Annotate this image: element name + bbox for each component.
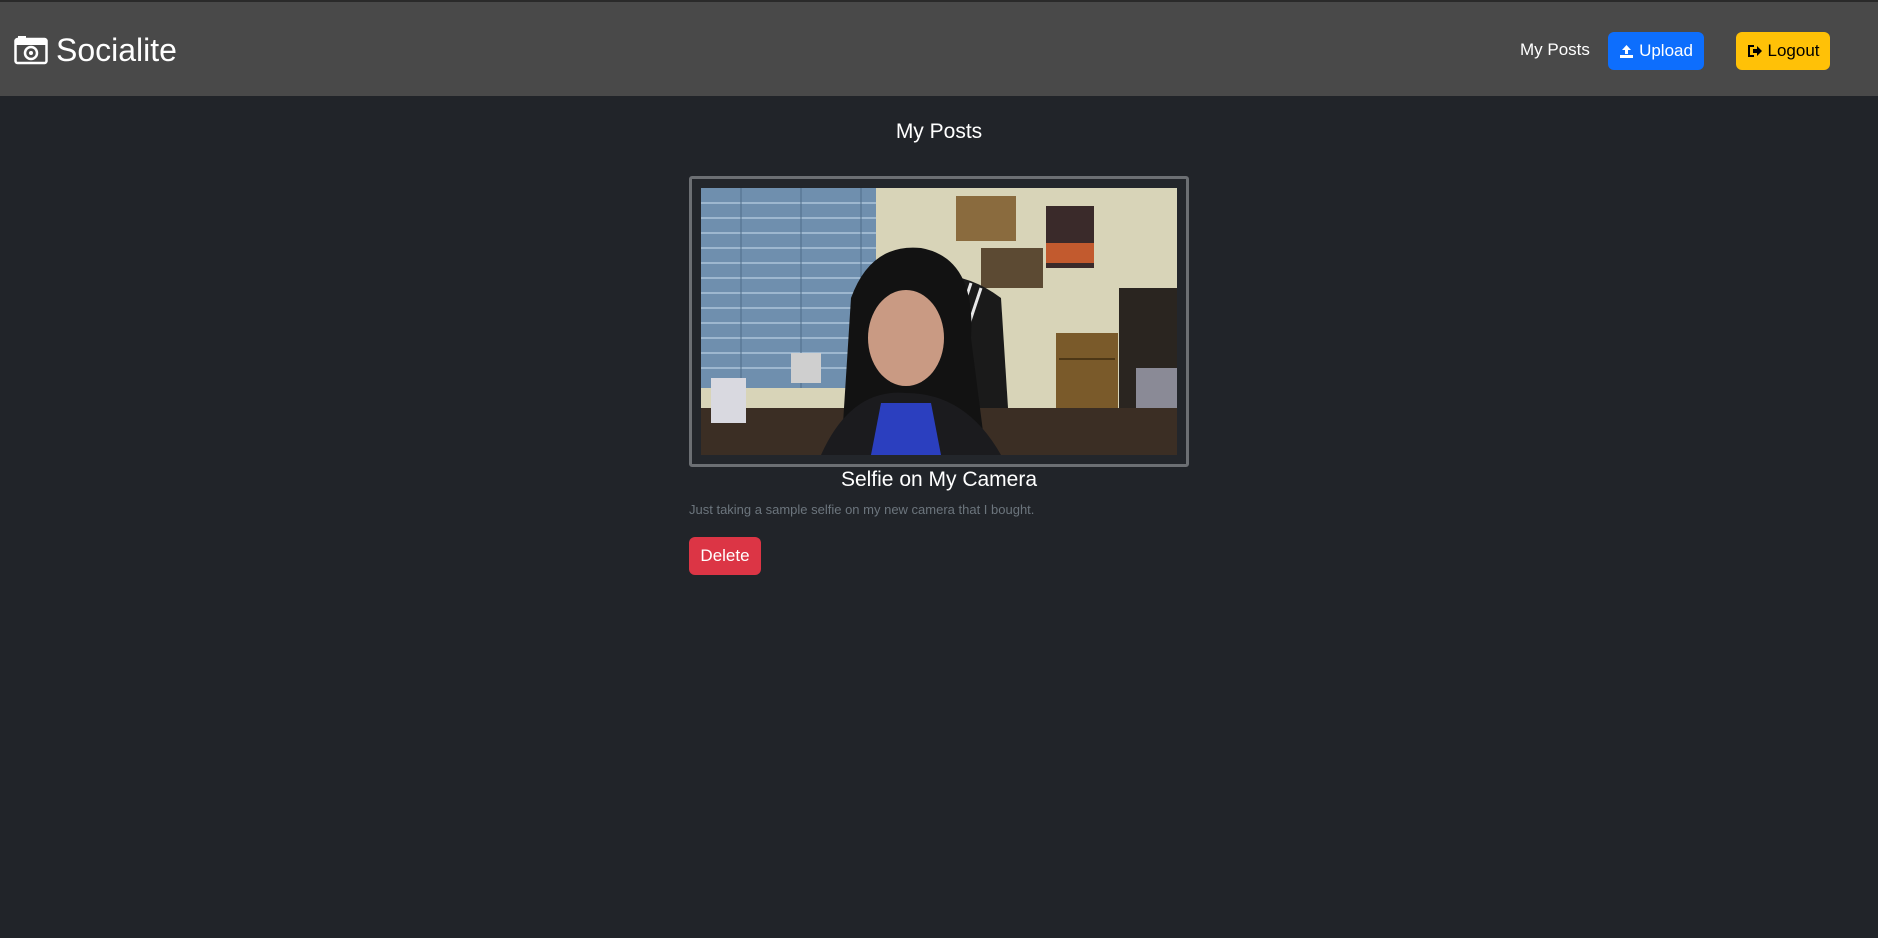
delete-button[interactable]: Delete <box>689 537 761 575</box>
post-title: Selfie on My Camera <box>840 468 1038 491</box>
post-photo[interactable] <box>701 188 1177 455</box>
upload-button[interactable]: Upload <box>1608 32 1704 70</box>
logout-icon <box>1747 45 1762 57</box>
brand[interactable]: Socialite <box>14 30 177 70</box>
post-image-card <box>689 176 1189 467</box>
upload-label: Upload <box>1639 41 1693 60</box>
upload-icon <box>1620 44 1634 58</box>
navbar: Socialite My Posts Upload Logout <box>0 0 1878 96</box>
brand-name: Socialite <box>56 32 177 68</box>
post-description: Just taking a sample selfie on my new ca… <box>689 502 1035 517</box>
page-title: My Posts <box>895 120 983 143</box>
nav-my-posts-link[interactable]: My Posts <box>1520 40 1590 60</box>
camera-icon <box>14 36 48 65</box>
logout-button[interactable]: Logout <box>1736 32 1830 70</box>
logout-label: Logout <box>1767 41 1820 60</box>
